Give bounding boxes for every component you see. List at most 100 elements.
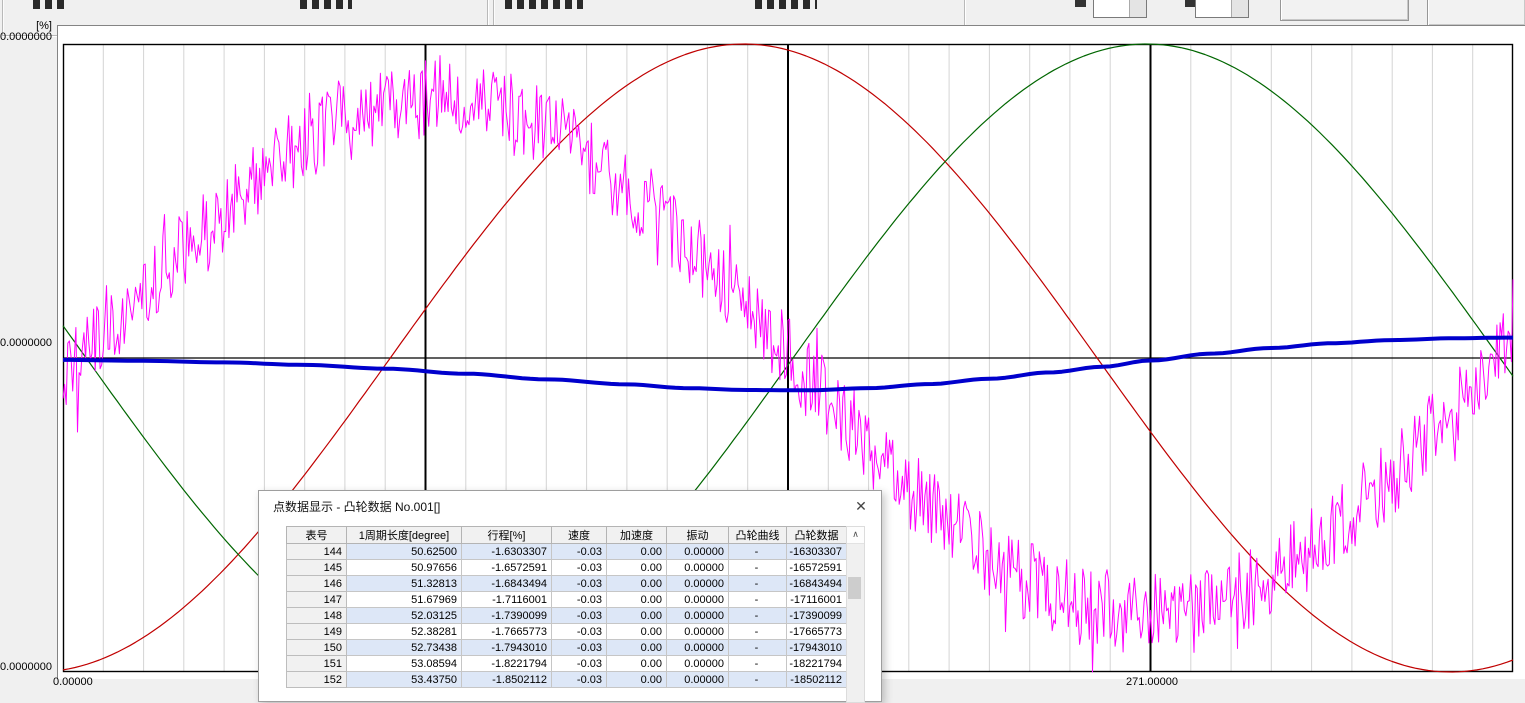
table-cell[interactable]: 145 bbox=[287, 560, 347, 576]
table-cell[interactable]: -1.7116001 bbox=[462, 592, 552, 608]
table-cell[interactable]: -0.03 bbox=[552, 608, 607, 624]
table-cell[interactable]: -1.8502112 bbox=[462, 672, 552, 688]
toolbar-button-right[interactable] bbox=[1427, 0, 1525, 26]
table-cell[interactable]: 0.00 bbox=[607, 560, 667, 576]
table-row[interactable]: 14952.38281-1.7665773-0.030.000.00000--1… bbox=[287, 624, 847, 640]
table-cell[interactable]: 0.00 bbox=[607, 672, 667, 688]
table-cell[interactable]: -0.03 bbox=[552, 544, 607, 560]
clipped-checkbox-label[interactable] bbox=[33, 0, 65, 9]
clipped-checkbox-label[interactable] bbox=[755, 0, 817, 9]
table-header-cell[interactable]: 行程[%] bbox=[462, 527, 552, 544]
table-cell[interactable]: 0.00000 bbox=[667, 672, 729, 688]
table-cell[interactable]: -0.03 bbox=[552, 592, 607, 608]
table-cell[interactable]: 148 bbox=[287, 608, 347, 624]
table-cell[interactable]: - bbox=[729, 656, 787, 672]
table-cell[interactable]: -1.6843494 bbox=[462, 576, 552, 592]
table-cell[interactable]: 51.32813 bbox=[347, 576, 462, 592]
table-cell[interactable]: 51.67969 bbox=[347, 592, 462, 608]
table-cell[interactable]: -16843494 bbox=[787, 576, 847, 592]
spinner-input[interactable] bbox=[1195, 0, 1249, 18]
table-cell[interactable]: 150 bbox=[287, 640, 347, 656]
table-cell[interactable]: -1.8221794 bbox=[462, 656, 552, 672]
table-cell[interactable]: -16572591 bbox=[787, 560, 847, 576]
table-cell[interactable]: 0.00 bbox=[607, 592, 667, 608]
table-cell[interactable]: 50.97656 bbox=[347, 560, 462, 576]
table-cell[interactable]: 0.00000 bbox=[667, 624, 729, 640]
table-cell[interactable]: -18221794 bbox=[787, 656, 847, 672]
spinner-button[interactable] bbox=[1129, 0, 1146, 17]
table-row[interactable]: 14550.97656-1.6572591-0.030.000.00000--1… bbox=[287, 560, 847, 576]
table-cell[interactable]: 0.00 bbox=[607, 640, 667, 656]
table-cell[interactable]: 0.00 bbox=[607, 576, 667, 592]
table-cell[interactable]: 0.00000 bbox=[667, 544, 729, 560]
table-header-cell[interactable]: 表号 bbox=[287, 527, 347, 544]
table-cell[interactable]: -0.03 bbox=[552, 656, 607, 672]
table-cell[interactable]: -0.03 bbox=[552, 640, 607, 656]
table-cell[interactable]: -17665773 bbox=[787, 624, 847, 640]
table-cell[interactable]: -17943010 bbox=[787, 640, 847, 656]
table-cell[interactable]: -1.7943010 bbox=[462, 640, 552, 656]
table-cell[interactable]: 0.00000 bbox=[667, 560, 729, 576]
table-cell[interactable]: - bbox=[729, 560, 787, 576]
close-icon[interactable]: ✕ bbox=[849, 495, 873, 517]
table-cell[interactable]: 52.38281 bbox=[347, 624, 462, 640]
toolbar-button-wide[interactable] bbox=[1280, 0, 1409, 21]
table-cell[interactable]: 146 bbox=[287, 576, 347, 592]
table-cell[interactable]: 52.73438 bbox=[347, 640, 462, 656]
table-cell[interactable]: 0.00 bbox=[607, 624, 667, 640]
table-cell[interactable]: 0.00000 bbox=[667, 656, 729, 672]
table-row[interactable]: 14751.67969-1.7116001-0.030.000.00000--1… bbox=[287, 592, 847, 608]
table-cell[interactable]: -1.7665773 bbox=[462, 624, 552, 640]
table-cell[interactable]: -0.03 bbox=[552, 672, 607, 688]
table-row[interactable]: 15153.08594-1.8221794-0.030.000.00000--1… bbox=[287, 656, 847, 672]
table-cell[interactable]: -0.03 bbox=[552, 624, 607, 640]
clipped-checkbox-label[interactable] bbox=[300, 0, 352, 9]
table-cell[interactable]: 151 bbox=[287, 656, 347, 672]
scroll-up-icon[interactable]: ∧ bbox=[847, 527, 864, 544]
table-cell[interactable]: 50.62500 bbox=[347, 544, 462, 560]
table-header-cell[interactable]: 1周期长度[degree] bbox=[347, 527, 462, 544]
table-cell[interactable]: 144 bbox=[287, 544, 347, 560]
table-cell[interactable]: 52.03125 bbox=[347, 608, 462, 624]
table-row[interactable]: 14852.03125-1.7390099-0.030.000.00000--1… bbox=[287, 608, 847, 624]
table-cell[interactable]: -0.03 bbox=[552, 576, 607, 592]
table-cell[interactable]: 0.00000 bbox=[667, 576, 729, 592]
table-cell[interactable]: - bbox=[729, 544, 787, 560]
table-header-cell[interactable]: 振动 bbox=[667, 527, 729, 544]
table-cell[interactable]: -1.6303307 bbox=[462, 544, 552, 560]
table-cell[interactable]: 0.00000 bbox=[667, 592, 729, 608]
table-cell[interactable]: 0.00000 bbox=[667, 640, 729, 656]
table-scrollbar[interactable]: ∧ bbox=[846, 526, 865, 703]
table-cell[interactable]: -1.7390099 bbox=[462, 608, 552, 624]
table-cell[interactable]: 0.00 bbox=[607, 608, 667, 624]
table-cell[interactable]: -18502112 bbox=[787, 672, 847, 688]
scrollbar-thumb[interactable] bbox=[848, 577, 861, 599]
table-row[interactable]: 14450.62500-1.6303307-0.030.000.00000--1… bbox=[287, 544, 847, 560]
table-cell[interactable]: 149 bbox=[287, 624, 347, 640]
table-row[interactable]: 15253.43750-1.8502112-0.030.000.00000--1… bbox=[287, 672, 847, 688]
table-cell[interactable]: -17116001 bbox=[787, 592, 847, 608]
table-cell[interactable]: -16303307 bbox=[787, 544, 847, 560]
table-header-cell[interactable]: 速度 bbox=[552, 527, 607, 544]
table-header-cell[interactable]: 凸轮数据 bbox=[787, 527, 847, 544]
table-cell[interactable]: - bbox=[729, 624, 787, 640]
table-cell[interactable]: 0.00 bbox=[607, 656, 667, 672]
table-cell[interactable]: - bbox=[729, 608, 787, 624]
clipped-checkbox-label[interactable] bbox=[505, 0, 583, 9]
table-cell[interactable]: - bbox=[729, 672, 787, 688]
table-cell[interactable]: 152 bbox=[287, 672, 347, 688]
table-cell[interactable]: - bbox=[729, 640, 787, 656]
table-header-cell[interactable]: 凸轮曲线 bbox=[729, 527, 787, 544]
table-header-cell[interactable]: 加速度 bbox=[607, 527, 667, 544]
table-cell[interactable]: 53.08594 bbox=[347, 656, 462, 672]
table-cell[interactable]: - bbox=[729, 576, 787, 592]
table-cell[interactable]: 53.43750 bbox=[347, 672, 462, 688]
spinner-input[interactable] bbox=[1093, 0, 1147, 18]
spinner-button[interactable] bbox=[1231, 0, 1248, 17]
table-cell[interactable]: -0.03 bbox=[552, 560, 607, 576]
table-cell[interactable]: -1.6572591 bbox=[462, 560, 552, 576]
table-cell[interactable]: 0.00 bbox=[607, 544, 667, 560]
table-cell[interactable]: -17390099 bbox=[787, 608, 847, 624]
table-cell[interactable]: - bbox=[729, 592, 787, 608]
table-cell[interactable]: 147 bbox=[287, 592, 347, 608]
